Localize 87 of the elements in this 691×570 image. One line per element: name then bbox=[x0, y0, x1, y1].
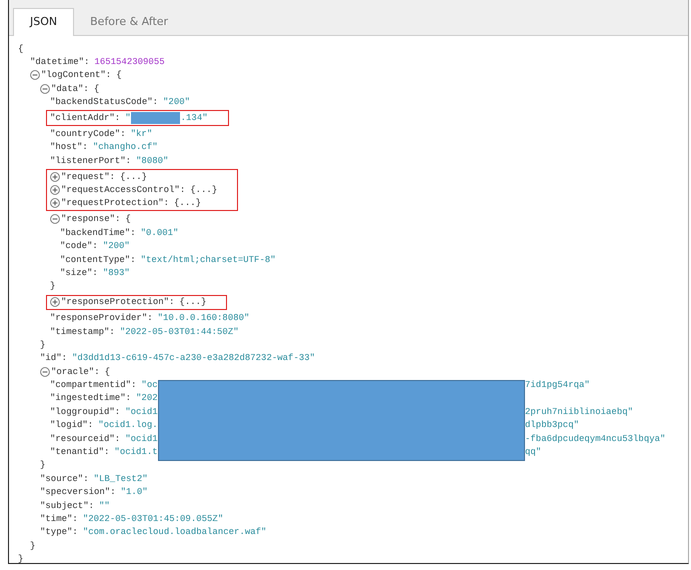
json-key: "requestAccessControl": bbox=[61, 185, 186, 196]
json-key: "time": bbox=[40, 514, 78, 524]
collapsed-value: {...} bbox=[190, 185, 218, 196]
json-key: "logid": bbox=[50, 420, 94, 430]
json-brace: { bbox=[18, 44, 24, 54]
json-value: -fba6dpcudeqym4ncu53lbqya" bbox=[525, 434, 666, 444]
json-value: "2022-05-03T01:45:09.055Z" bbox=[82, 514, 224, 524]
json-key: "responseProtection": bbox=[61, 297, 174, 308]
json-brace: } bbox=[40, 460, 46, 470]
json-key: "host": bbox=[50, 142, 88, 152]
json-value: "oc bbox=[141, 380, 158, 390]
json-value: "d3dd1d13-c619-457c-a230-e3a282d87232-waf-33" bbox=[72, 353, 316, 364]
json-key: "size": bbox=[60, 268, 98, 278]
json-key: "loggroupid": bbox=[50, 406, 120, 417]
json-value: "200" bbox=[163, 97, 190, 108]
json-value: .134" bbox=[180, 113, 208, 124]
tab[interactable]: Before & After bbox=[74, 9, 184, 35]
json-key: "listenerPort": bbox=[50, 156, 132, 166]
json-value: "893" bbox=[102, 268, 130, 278]
json-brace: { bbox=[104, 366, 110, 377]
json-key: "tenantid": bbox=[50, 447, 110, 458]
json-value: "" bbox=[99, 500, 110, 511]
json-brace: } bbox=[18, 554, 24, 563]
json-value: " bbox=[125, 113, 131, 124]
json-key: "responseProvider": bbox=[50, 313, 153, 324]
json-value: dlpbb3pcq" bbox=[525, 420, 580, 430]
collapse-icon[interactable] bbox=[40, 366, 50, 377]
json-key: "clientAddr": bbox=[50, 113, 120, 124]
collapsed-value: {...} bbox=[174, 198, 202, 208]
json-brace: } bbox=[40, 340, 46, 350]
json-value: 7id1pg54rqa" bbox=[525, 380, 590, 390]
collapse-icon[interactable] bbox=[30, 70, 40, 80]
expand-icon[interactable] bbox=[50, 172, 60, 182]
json-key: "specversion": bbox=[40, 487, 116, 498]
json-key: "backendStatusCode": bbox=[50, 97, 158, 108]
json-key: "subject": bbox=[40, 500, 94, 511]
expand-icon[interactable] bbox=[50, 297, 60, 308]
json-key: "oracle": bbox=[51, 366, 100, 377]
json-key: "source": bbox=[40, 474, 89, 484]
json-value: "0.001" bbox=[140, 228, 178, 238]
json-key: "ingestedtime": bbox=[50, 393, 132, 404]
json-value: "text/html;charset=UTF-8" bbox=[140, 254, 276, 265]
json-value: "10.0.0.160:8080" bbox=[158, 313, 250, 324]
json-value: qq" bbox=[525, 447, 542, 458]
json-brace: } bbox=[50, 281, 56, 292]
json-key: "compartmentid": bbox=[50, 380, 136, 390]
json-brace: { bbox=[94, 84, 100, 94]
json-value: "ocid1 bbox=[125, 406, 158, 417]
json-key: "countryCode": bbox=[50, 129, 126, 140]
expand-icon[interactable] bbox=[50, 198, 60, 208]
json-key: "requestProtection": bbox=[61, 198, 170, 208]
json-value: "200" bbox=[102, 241, 130, 252]
tab[interactable]: JSON bbox=[13, 8, 74, 36]
json-value: "ocid1.t bbox=[114, 447, 158, 458]
collapse-icon[interactable] bbox=[40, 84, 50, 94]
collapsed-value: {...} bbox=[179, 297, 206, 308]
json-value: "2022-05-03T01:44:50Z" bbox=[120, 326, 239, 336]
json-value: "changho.cf" bbox=[92, 142, 158, 152]
json-key: "contentType": bbox=[60, 254, 136, 265]
json-value: "LB_Test2" bbox=[94, 474, 148, 484]
json-value: 1651542309055 bbox=[94, 57, 165, 68]
json-key: "resourceid": bbox=[50, 434, 120, 444]
expand-icon[interactable] bbox=[50, 185, 60, 196]
json-key: "request": bbox=[61, 172, 116, 182]
json-value: "ocid1.log. bbox=[98, 420, 158, 430]
json-brace: { bbox=[116, 70, 122, 80]
json-key: "data": bbox=[51, 84, 89, 94]
json-key: "backendTime": bbox=[60, 228, 136, 238]
json-value: 2pruh7niiblinoiaebq" bbox=[525, 406, 634, 417]
json-key: "logContent": bbox=[41, 70, 112, 80]
json-value: "kr" bbox=[130, 129, 152, 140]
json-key: "code": bbox=[60, 241, 98, 252]
json-value: "ocid1 bbox=[125, 434, 158, 444]
json-key: "timestamp": bbox=[50, 326, 115, 336]
json-key: "type": bbox=[40, 527, 78, 538]
collapse-icon[interactable] bbox=[50, 214, 60, 224]
json-value: "1.0" bbox=[120, 487, 148, 498]
json-key: "response": bbox=[61, 214, 120, 224]
json-key: "datetime": bbox=[30, 57, 90, 68]
json-value: "202 bbox=[136, 393, 158, 404]
json-key: "id": bbox=[40, 353, 68, 364]
json-value: "com.oraclecloud.loadbalancer.waf" bbox=[82, 527, 266, 538]
json-value: "8080" bbox=[136, 156, 168, 166]
redaction-box bbox=[130, 112, 180, 124]
collapsed-value: {...} bbox=[120, 172, 148, 182]
json-brace: } bbox=[30, 540, 36, 551]
json-brace: { bbox=[125, 214, 131, 224]
